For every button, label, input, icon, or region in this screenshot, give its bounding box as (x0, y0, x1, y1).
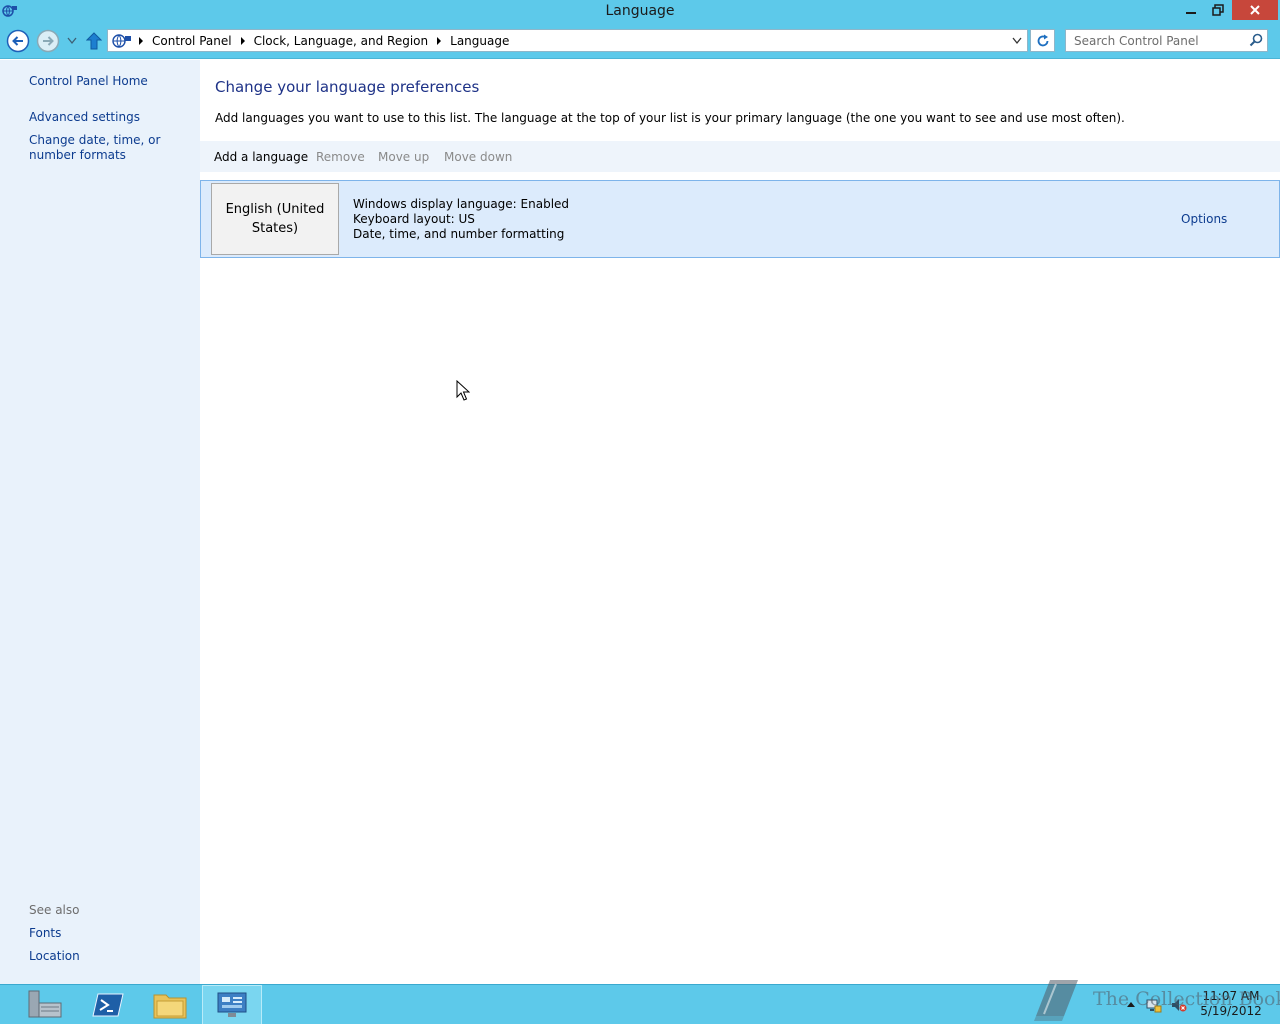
address-bar[interactable]: Control Panel Clock, Language, and Regio… (107, 29, 1028, 52)
back-arrow-icon (6, 29, 30, 53)
mouse-cursor-icon (456, 380, 470, 401)
page-description: Add languages you want to use to this li… (215, 111, 1125, 125)
breadcrumb-language[interactable]: Language (446, 34, 513, 48)
address-dropdown-button[interactable] (1009, 32, 1025, 49)
move-down-button[interactable]: Move down (444, 150, 512, 164)
restore-icon (1212, 4, 1224, 16)
refresh-button[interactable] (1030, 29, 1055, 52)
back-button[interactable] (5, 28, 31, 54)
keyboard-layout-status: Keyboard layout: US (353, 212, 475, 226)
control-panel-taskbar-button[interactable] (202, 985, 262, 1024)
clock-time: 11:07 AM (1202, 989, 1260, 1003)
server-manager-taskbar-button[interactable] (15, 985, 75, 1024)
window-title: Language (605, 3, 675, 19)
clock-date: 5/19/2012 (1200, 1004, 1262, 1018)
breadcrumb-control-panel[interactable]: Control Panel (148, 34, 236, 48)
close-button[interactable] (1232, 0, 1278, 20)
folder-icon (153, 994, 187, 1019)
refresh-icon (1037, 34, 1048, 46)
close-icon (1250, 5, 1260, 15)
powershell-icon (92, 993, 124, 1017)
minimize-button[interactable] (1178, 0, 1204, 20)
chevron-up-icon (1127, 1002, 1135, 1007)
location-link[interactable]: Location (29, 949, 80, 964)
language-toolbar: Add a language Remove Move up Move down (200, 141, 1280, 172)
control-panel-icon (110, 31, 134, 51)
change-date-time-formats-link[interactable]: Change date, time, or number formats (29, 133, 194, 163)
language-list-item[interactable]: English (United States) Windows display … (200, 180, 1280, 258)
navigation-bar: Control Panel Clock, Language, and Regio… (0, 23, 1280, 59)
fonts-link[interactable]: Fonts (29, 926, 61, 941)
breadcrumb-chevron-icon[interactable] (236, 36, 250, 45)
up-arrow-icon (86, 32, 102, 50)
network-icon[interactable] (1146, 997, 1162, 1013)
language-details: Windows display language: Enabled Keyboa… (353, 197, 569, 242)
advanced-settings-link[interactable]: Advanced settings (29, 110, 140, 125)
volume-muted-icon[interactable] (1171, 997, 1187, 1013)
chevron-down-icon (1012, 37, 1022, 44)
main-content: Change your language preferences Add lan… (200, 60, 1280, 984)
title-bar: Language (0, 0, 1280, 23)
breadcrumb-clock-language-region[interactable]: Clock, Language, and Region (250, 34, 433, 48)
language-options-link[interactable]: Options (1181, 212, 1227, 226)
server-manager-icon (28, 990, 62, 1018)
see-also-label: See also (29, 903, 80, 917)
file-explorer-taskbar-button[interactable] (140, 985, 200, 1024)
formatting-status: Date, time, and number formatting (353, 227, 565, 241)
forward-button[interactable] (35, 28, 61, 54)
breadcrumb-chevron-icon[interactable] (134, 36, 148, 45)
show-hidden-icons-button[interactable] (1126, 997, 1136, 1011)
search-input[interactable] (1066, 33, 1241, 48)
powershell-taskbar-button[interactable] (78, 985, 138, 1024)
search-icon[interactable] (1249, 33, 1263, 50)
breadcrumb-chevron-icon[interactable] (432, 36, 446, 45)
minimize-icon (1186, 12, 1196, 14)
display-language-status: Windows display language: Enabled (353, 197, 570, 211)
page-title: Change your language preferences (215, 78, 480, 96)
restore-button[interactable] (1205, 0, 1231, 20)
recent-locations-button[interactable] (62, 28, 82, 54)
chevron-down-icon (67, 37, 77, 45)
control-panel-icon (217, 992, 247, 1017)
up-button[interactable] (83, 28, 105, 54)
add-language-button[interactable]: Add a language (214, 150, 308, 164)
language-name-tile: English (United States) (211, 183, 339, 255)
forward-arrow-icon (36, 29, 60, 53)
search-box[interactable] (1065, 29, 1268, 52)
taskbar: 11:07 AM 5/19/2012 (0, 984, 1280, 1024)
system-clock[interactable]: 11:07 AM 5/19/2012 (1198, 989, 1264, 1019)
move-up-button[interactable]: Move up (378, 150, 429, 164)
remove-button[interactable]: Remove (316, 150, 365, 164)
left-pane: Control Panel Home Advanced settings Cha… (0, 60, 200, 984)
control-panel-home-link[interactable]: Control Panel Home (29, 74, 148, 89)
